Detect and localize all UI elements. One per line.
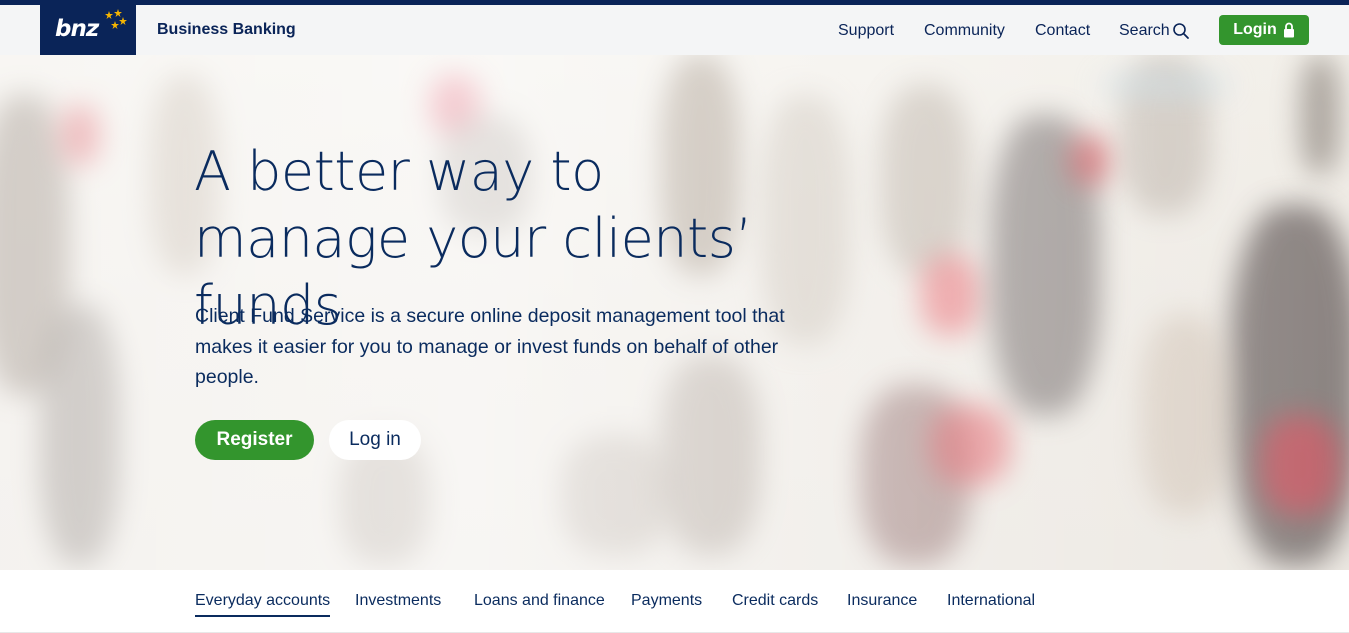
nav-support[interactable]: Support bbox=[838, 22, 894, 40]
site-header: bnz Business Banking Support Community C… bbox=[0, 5, 1349, 55]
subnav-item-investments[interactable]: Investments bbox=[355, 592, 441, 610]
padlock-icon bbox=[1283, 22, 1294, 38]
search-icon[interactable] bbox=[1172, 22, 1190, 40]
login-button-label: Login bbox=[1233, 21, 1277, 38]
hero-description: Client Fund Service is a secure online d… bbox=[195, 305, 785, 388]
hero-login-button[interactable]: Log in bbox=[329, 420, 421, 460]
subnav-item-credit-cards[interactable]: Credit cards bbox=[732, 592, 818, 610]
site-title[interactable]: Business Banking bbox=[157, 21, 296, 39]
hero-section: A better way to manage your clients’ fun… bbox=[0, 55, 1349, 570]
bnz-logo[interactable]: bnz bbox=[40, 5, 136, 55]
stars-icon bbox=[105, 9, 127, 29]
subnav-item-loans-and-finance[interactable]: Loans and finance bbox=[474, 592, 605, 610]
product-subnav: Everyday accounts Investments Loans and … bbox=[0, 570, 1349, 633]
subnav-item-everyday-accounts[interactable]: Everyday accounts bbox=[195, 592, 331, 617]
nav-community[interactable]: Community bbox=[924, 22, 1005, 40]
nav-contact[interactable]: Contact bbox=[1035, 22, 1090, 40]
login-button[interactable]: Login bbox=[1219, 15, 1309, 45]
nav-search[interactable]: Search bbox=[1119, 22, 1170, 40]
subnav-item-international[interactable]: International bbox=[947, 592, 1035, 610]
logo-text: bnz bbox=[55, 16, 99, 42]
subnav-item-insurance[interactable]: Insurance bbox=[847, 592, 917, 610]
subnav-item-payments[interactable]: Payments bbox=[631, 592, 702, 610]
register-button[interactable]: Register bbox=[195, 420, 314, 460]
